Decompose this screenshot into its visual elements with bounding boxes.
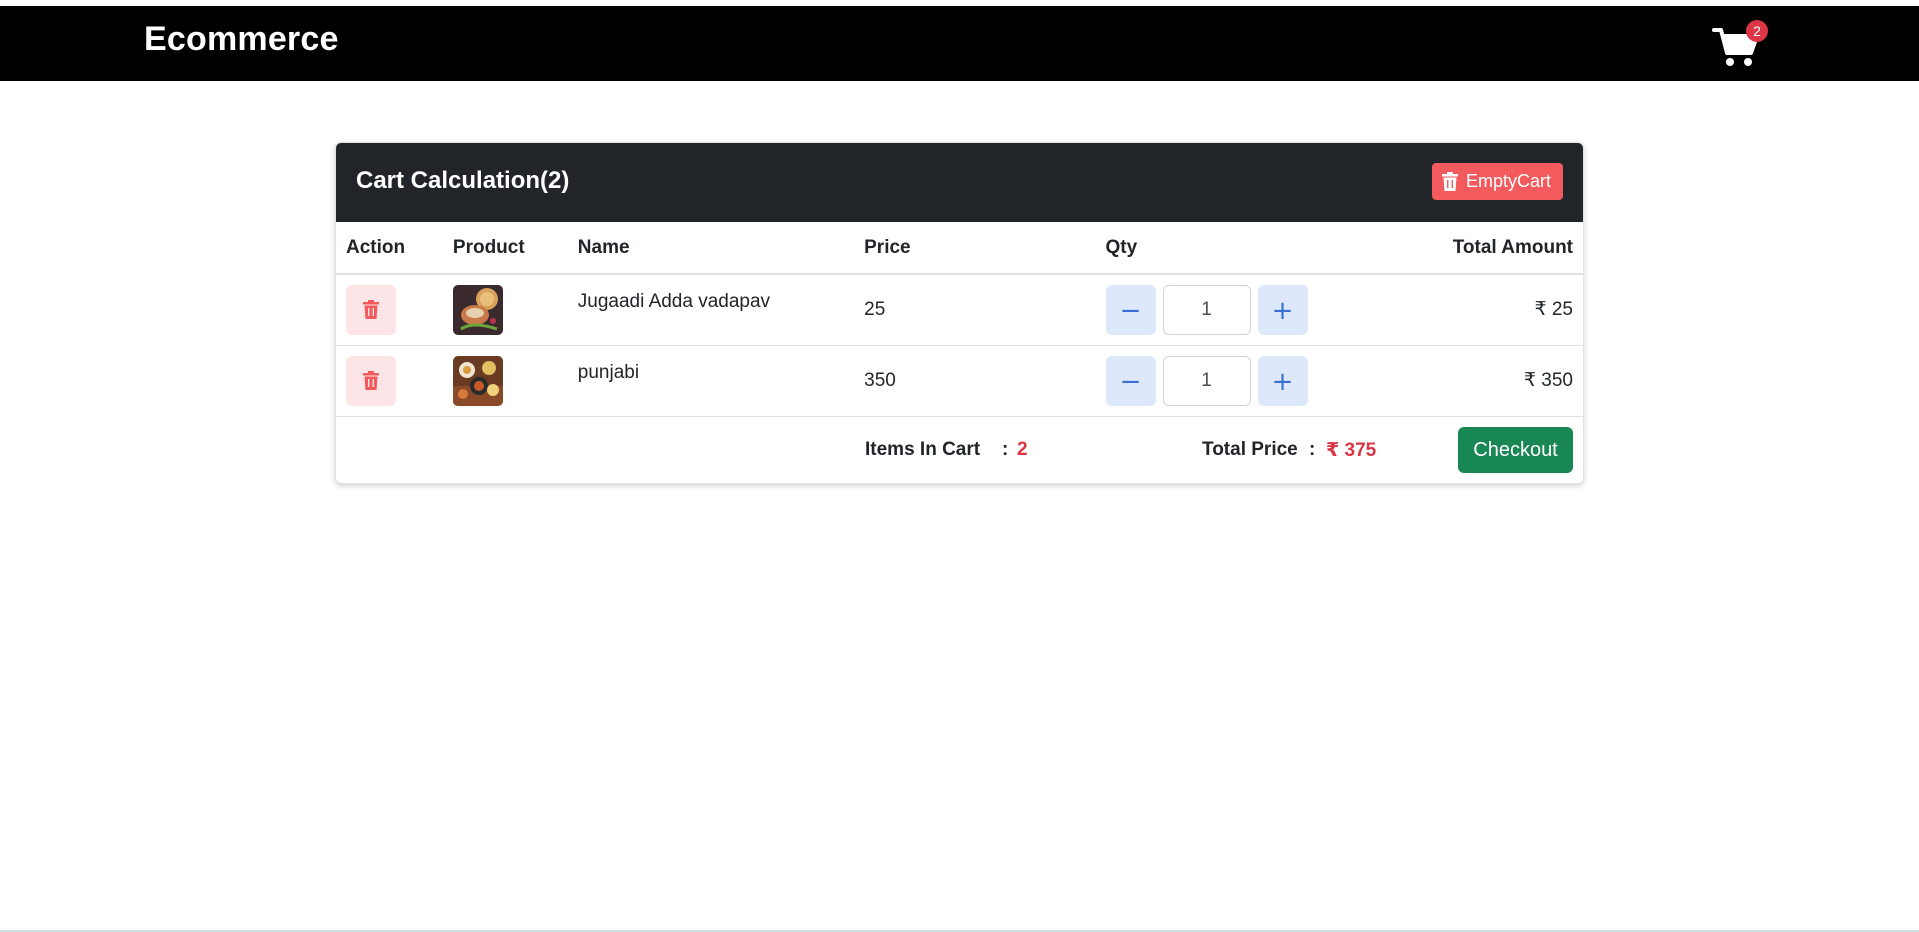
product-image [452, 284, 503, 335]
cart-count-badge: 2 [1746, 20, 1768, 42]
col-price: Price [854, 222, 1096, 275]
qty-input[interactable] [1162, 284, 1251, 335]
cart-table: Action Product Name Price Qty Total Amou… [336, 222, 1583, 417]
cart-summary: Items In Cart : 2 Total Price : ₹ 375 Ch… [336, 417, 1583, 483]
items-in-cart-count: 2 [1017, 439, 1028, 460]
decrease-qty-button[interactable]: − [1105, 355, 1156, 406]
total-price-label: Total Price [1202, 439, 1298, 460]
qty-cell: − + [1095, 345, 1326, 417]
items-in-cart-label: Items In Cart [865, 439, 981, 460]
decrease-qty-button[interactable]: − [1105, 284, 1156, 335]
product-cell [442, 274, 568, 346]
item-price: 25 [854, 274, 1096, 346]
trash-icon [1441, 172, 1458, 191]
col-product: Product [442, 222, 568, 275]
empty-cart-button[interactable]: EmptyCart [1431, 163, 1563, 200]
trash-icon [363, 300, 379, 320]
quantity-stepper: − + [1105, 284, 1316, 335]
item-total: ₹ 350 [1325, 345, 1583, 417]
cart-card: Cart Calculation(2) EmptyCart Action Pro… [335, 142, 1584, 484]
item-name: punjabi [567, 345, 855, 417]
item-total: ₹ 25 [1325, 274, 1583, 346]
qty-cell: − + [1095, 274, 1326, 346]
item-name: Jugaadi Adda vadapav [567, 274, 855, 346]
navbar: Ecommerce 2 [0, 6, 1919, 81]
product-cell [442, 345, 568, 417]
items-separator: : [1002, 439, 1009, 460]
col-qty: Qty [1095, 222, 1326, 275]
checkout-button[interactable]: Checkout [1458, 427, 1573, 473]
action-cell [336, 345, 443, 417]
delete-item-button[interactable] [346, 284, 396, 335]
col-total-amount: Total Amount [1325, 222, 1583, 275]
cart-title: Cart Calculation(2) [356, 167, 570, 194]
increase-qty-button[interactable]: + [1257, 284, 1308, 335]
total-price-value: ₹ 375 [1326, 440, 1377, 461]
total-separator: : [1309, 439, 1316, 460]
col-name: Name [567, 222, 855, 275]
delete-item-button[interactable] [346, 355, 396, 406]
col-action: Action [336, 222, 443, 275]
table-row: punjabi 350 − + ₹ 350 [336, 345, 1583, 417]
table-header-row: Action Product Name Price Qty Total Amou… [336, 222, 1583, 275]
action-cell [336, 274, 443, 346]
product-image [452, 355, 503, 406]
empty-cart-label: EmptyCart [1465, 171, 1551, 191]
table-row: Jugaadi Adda vadapav 25 − + ₹ 25 [336, 274, 1583, 346]
increase-qty-button[interactable]: + [1257, 355, 1308, 406]
cart-button[interactable]: 2 [1710, 20, 1768, 70]
cart-card-header: Cart Calculation(2) EmptyCart [336, 143, 1583, 222]
quantity-stepper: − + [1105, 355, 1316, 406]
item-price: 350 [854, 345, 1096, 417]
trash-icon [363, 371, 379, 390]
qty-input[interactable] [1162, 355, 1251, 406]
brand-title[interactable]: Ecommerce [144, 20, 339, 59]
